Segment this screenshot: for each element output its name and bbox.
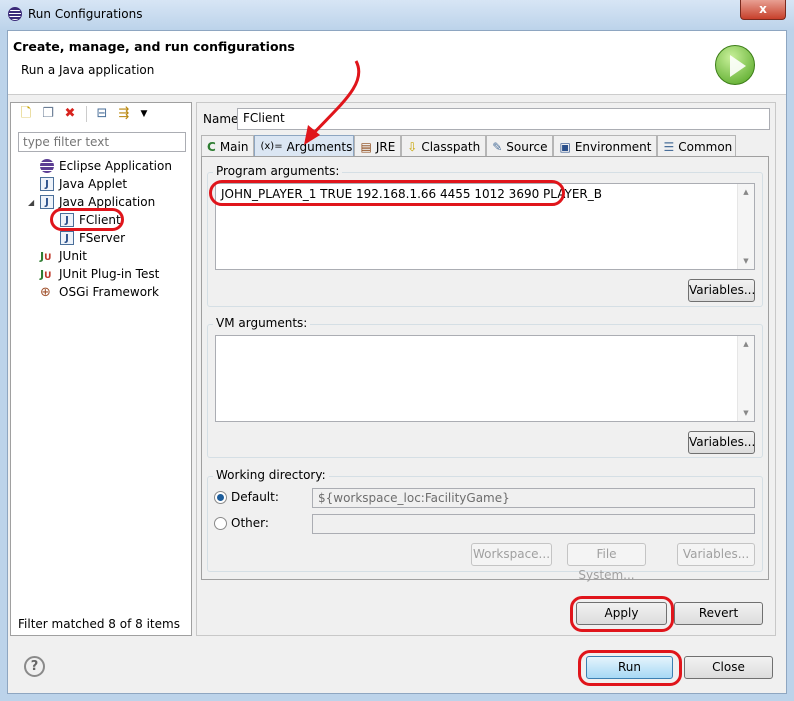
default-label: Default: xyxy=(231,490,279,504)
help-icon[interactable]: ? xyxy=(24,656,45,677)
tab-bar: C Main (x)= Arguments ▤ JRE ⇩ Classpath ✎ Sou… xyxy=(201,135,737,157)
junit-plugin-icon: JU xyxy=(40,267,52,281)
annotation-highlight-fclient xyxy=(50,208,124,231)
applet-icon: J xyxy=(40,177,54,191)
tree-item-label: JUnit Plug-in Test xyxy=(59,267,160,281)
header-subtitle: Run a Java application xyxy=(21,63,155,77)
toolbar-divider xyxy=(86,106,87,122)
annotation-highlight-program-arguments xyxy=(209,180,565,206)
tree-item-label: FServer xyxy=(79,231,126,245)
environment-tab-icon: ▣ xyxy=(559,139,571,154)
scrollbar[interactable]: ▲ ▼ xyxy=(737,184,754,269)
tree-item-label: JUnit xyxy=(59,249,87,263)
junit-icon: JU xyxy=(40,249,52,263)
new-configuration-icon[interactable]: 🗋 xyxy=(18,106,34,122)
tab-label: Classpath xyxy=(421,139,481,154)
tree-item-eclipse-application[interactable]: Eclipse Application xyxy=(28,157,172,175)
tree-item-label: Eclipse Application xyxy=(59,159,172,173)
workspace-button[interactable]: Workspace... xyxy=(471,543,552,566)
vm-arguments-label: VM arguments: xyxy=(213,316,311,330)
classpath-tab-icon: ⇩ xyxy=(407,139,418,154)
program-arguments-label: Program arguments: xyxy=(213,164,343,178)
revert-button[interactable]: Revert xyxy=(674,602,763,625)
tab-label: Common xyxy=(678,139,733,154)
other-label: Other: xyxy=(231,516,269,530)
filter-status: Filter matched 8 of 8 items xyxy=(18,617,180,631)
dropdown-icon[interactable]: ▼ xyxy=(136,106,152,122)
other-radio[interactable] xyxy=(214,517,227,530)
main-tab-icon: C xyxy=(207,139,216,154)
program-arguments-variables-button[interactable]: Variables... xyxy=(688,279,755,302)
annotation-highlight-apply xyxy=(570,596,674,632)
tree-item-label: Java Application xyxy=(59,195,156,209)
arguments-tab-icon: (x)= xyxy=(260,141,283,152)
duplicate-icon[interactable]: ❐ xyxy=(40,106,56,122)
default-directory-field: ${workspace_loc:FacilityGame} xyxy=(312,488,755,508)
tree-item-java-applet[interactable]: J Java Applet xyxy=(28,175,172,193)
tab-environment[interactable]: ▣ Environment xyxy=(553,135,658,157)
annotation-arrow xyxy=(304,60,361,145)
annotation-highlight-run xyxy=(578,650,682,686)
default-radio[interactable] xyxy=(214,491,227,504)
osgi-icon: ⊕ xyxy=(40,284,51,300)
working-directory-label: Working directory: xyxy=(213,468,329,482)
window-title: Run Configurations xyxy=(28,7,143,21)
vm-arguments-variables-button[interactable]: Variables... xyxy=(688,431,755,454)
tree-item-fserver[interactable]: J FServer xyxy=(28,229,172,247)
java-app-icon: J xyxy=(60,231,74,245)
run-icon xyxy=(715,45,755,85)
tab-label: Environment xyxy=(574,139,652,154)
filter-icon[interactable]: ⇶ xyxy=(116,106,132,122)
tab-label: Source xyxy=(506,139,548,154)
close-window-button[interactable]: x xyxy=(740,0,786,20)
tree-item-junit-plugin-test[interactable]: JU JUnit Plug-in Test xyxy=(28,265,172,283)
tab-source[interactable]: ✎ Source xyxy=(486,135,554,157)
eclipse-icon xyxy=(40,159,54,173)
tab-classpath[interactable]: ⇩ Classpath xyxy=(401,135,487,157)
tree-item-label: Java Applet xyxy=(59,177,128,191)
other-directory-field[interactable] xyxy=(312,514,755,534)
tree-item-junit[interactable]: JU JUnit xyxy=(28,247,172,265)
tree-item-label: OSGi Framework xyxy=(59,285,159,299)
common-tab-icon: ☰ xyxy=(663,139,675,154)
delete-icon[interactable]: ✖ xyxy=(62,106,78,122)
header-title: Create, manage, and run configurations xyxy=(13,39,295,54)
eclipse-icon xyxy=(8,7,22,21)
file-system-button[interactable]: File System... xyxy=(567,543,646,582)
expand-arrow-icon[interactable]: ◢ xyxy=(28,198,35,207)
scrollbar[interactable]: ▲ ▼ xyxy=(737,336,754,421)
tab-main[interactable]: C Main xyxy=(201,135,255,157)
close-button[interactable]: Close xyxy=(684,656,773,679)
vm-arguments-text xyxy=(216,336,754,342)
tab-common[interactable]: ☰ Common xyxy=(657,135,737,157)
tab-label: Main xyxy=(219,139,249,154)
vm-arguments-input[interactable]: ▲ ▼ xyxy=(215,335,755,422)
java-app-icon: J xyxy=(40,195,54,209)
tree-item-osgi-framework[interactable]: ⊕ OSGi Framework xyxy=(28,283,172,301)
filter-input[interactable] xyxy=(18,132,186,152)
collapse-all-icon[interactable]: ⊟ xyxy=(94,106,110,122)
source-tab-icon: ✎ xyxy=(492,139,503,154)
working-directory-variables-button[interactable]: Variables... xyxy=(677,543,755,566)
